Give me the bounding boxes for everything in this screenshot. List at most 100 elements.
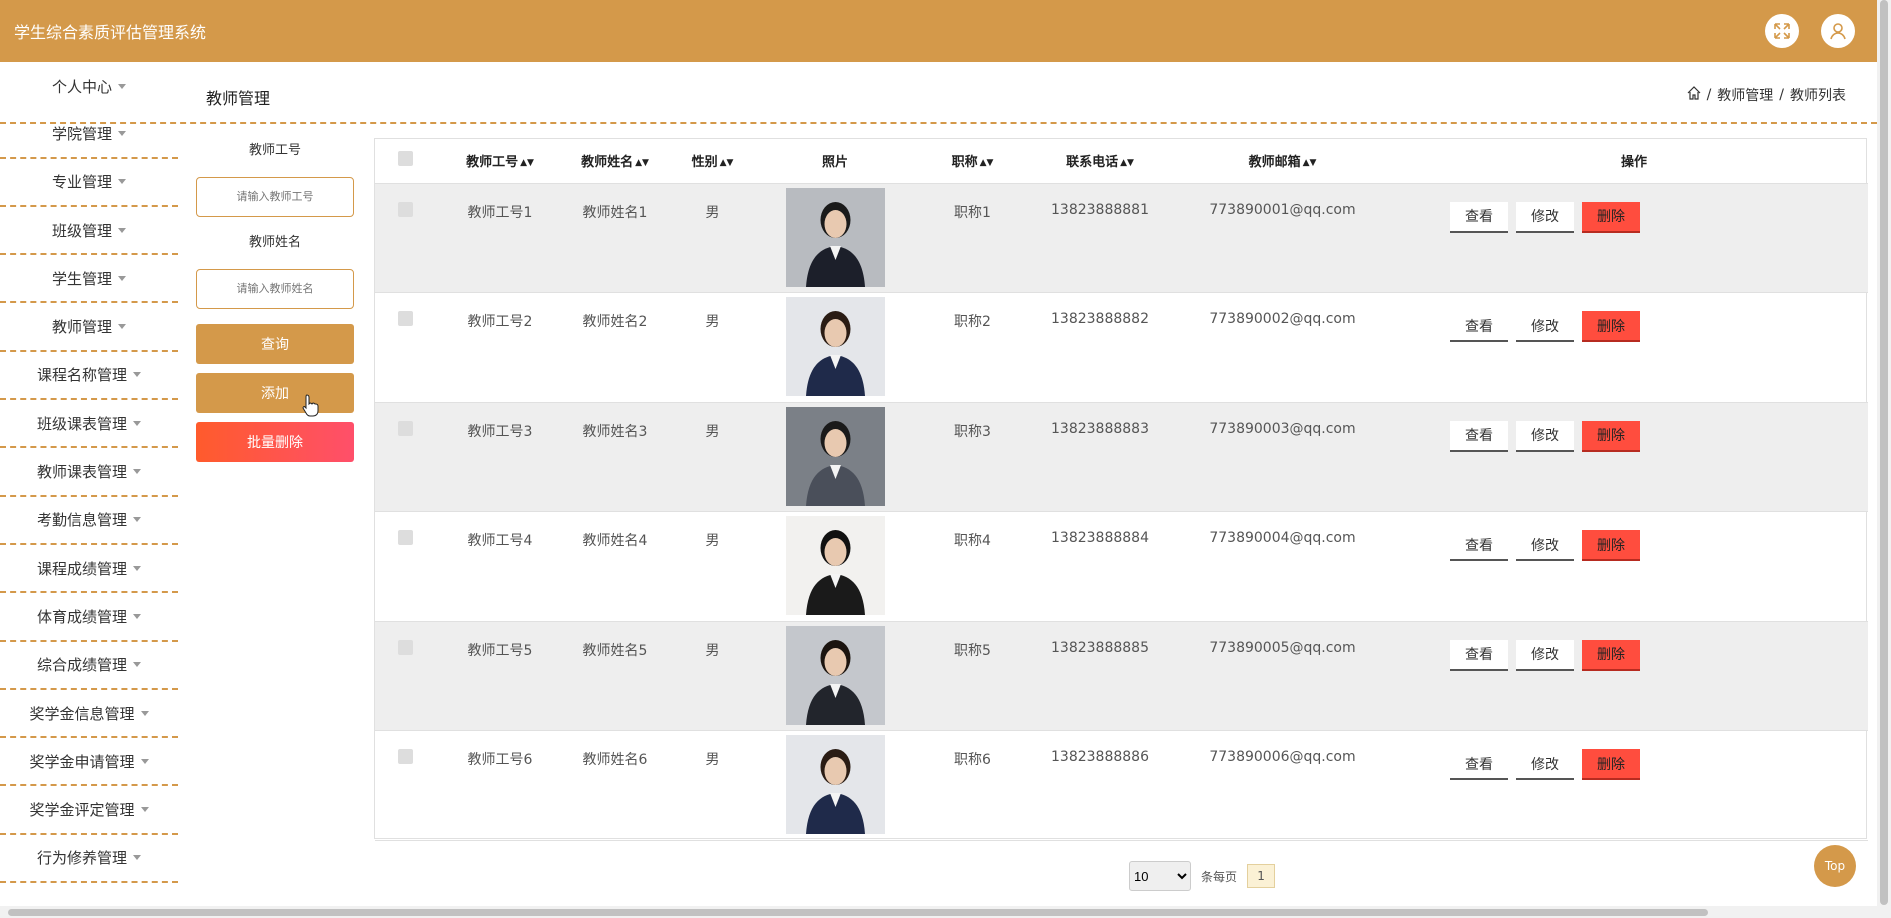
- caret-down-icon: [133, 372, 141, 378]
- user-icon[interactable]: [1821, 14, 1855, 48]
- caret-down-icon: [118, 324, 126, 330]
- page-number[interactable]: 1: [1247, 864, 1276, 888]
- sidebar-item[interactable]: 体育成绩管理: [0, 593, 178, 642]
- cell-email: 773890002@qq.com: [1165, 292, 1400, 403]
- teacher-id-input[interactable]: [196, 177, 354, 217]
- delete-button[interactable]: 删除: [1582, 420, 1640, 452]
- delete-button[interactable]: 删除: [1582, 749, 1640, 780]
- cell-gender: 男: [665, 730, 760, 841]
- batch-delete-button[interactable]: 批量删除: [196, 422, 354, 462]
- add-button[interactable]: 添加: [196, 373, 354, 413]
- cell-teacher-name: 教师姓名3: [565, 402, 665, 512]
- col-photo: 照片: [760, 139, 910, 184]
- expand-icon[interactable]: [1765, 14, 1799, 48]
- view-button[interactable]: 查看: [1450, 420, 1508, 452]
- caret-down-icon: [118, 275, 126, 281]
- sidebar-item-label: 行为修养管理: [36, 849, 127, 868]
- query-button[interactable]: 查询: [196, 324, 354, 364]
- home-icon[interactable]: [1687, 86, 1701, 104]
- col-title[interactable]: 职称 ▲▼: [910, 139, 1035, 184]
- delete-button[interactable]: 删除: [1582, 311, 1640, 342]
- cell-gender: 男: [665, 621, 760, 731]
- cell-title: 职称3: [910, 402, 1035, 512]
- sidebar-item-label: 教师管理: [51, 318, 112, 337]
- view-button[interactable]: 查看: [1450, 201, 1508, 233]
- sidebar-item[interactable]: 综合成绩管理: [0, 642, 178, 690]
- sidebar-item[interactable]: 奖学金评定管理: [0, 786, 178, 835]
- table-header-row: 教师工号 ▲▼ 教师姓名 ▲▼ 性别 ▲▼ 照片 职称 ▲▼ 联系电话 ▲▼ 教师邮箱 ▲▼…: [375, 139, 1868, 184]
- sidebar-item[interactable]: 学院管理: [0, 110, 178, 159]
- sidebar-item-label: 课程成绩管理: [36, 559, 127, 578]
- teacher-name-input[interactable]: [196, 269, 354, 309]
- row-checkbox[interactable]: [397, 749, 413, 764]
- caret-down-icon: [140, 758, 149, 764]
- edit-button[interactable]: 修改: [1516, 201, 1574, 233]
- sidebar-item[interactable]: 行为修养管理: [0, 835, 178, 884]
- sidebar-item[interactable]: 班级课表管理: [0, 400, 178, 449]
- breadcrumb-item-teacher-manage[interactable]: 教师管理: [1717, 85, 1773, 105]
- row-checkbox[interactable]: [397, 639, 413, 655]
- sidebar-item[interactable]: 班级管理: [0, 207, 178, 256]
- edit-button[interactable]: 修改: [1516, 311, 1574, 342]
- cell-email: 773890003@qq.com: [1165, 402, 1400, 512]
- cell-phone: 13823888884: [1035, 511, 1165, 622]
- sidebar-item[interactable]: 课程名称管理: [0, 352, 178, 401]
- cell-teacher-id: 教师工号5: [435, 621, 565, 731]
- cell-teacher-name: 教师姓名6: [565, 730, 665, 841]
- cell-teacher-id: 教师工号3: [435, 402, 565, 512]
- caret-down-icon: [133, 469, 141, 475]
- sidebar-item[interactable]: 考勤信息管理: [0, 497, 178, 545]
- sidebar-item[interactable]: 教师课表管理: [0, 448, 178, 497]
- table-row: 教师工号2 教师姓名2 男 职称2 13823888882 773890002@qq.co…: [375, 292, 1868, 403]
- row-checkbox[interactable]: [397, 201, 413, 217]
- hand-cursor-icon: [302, 394, 319, 417]
- sidebar-item[interactable]: 学生管理: [0, 255, 178, 304]
- view-button[interactable]: 查看: [1450, 749, 1508, 780]
- col-phone[interactable]: 联系电话 ▲▼: [1035, 139, 1165, 184]
- sidebar-item[interactable]: 课程成绩管理: [0, 545, 178, 594]
- sidebar-item[interactable]: 个人中心: [0, 62, 178, 110]
- sort-icon: ▲▼: [635, 157, 649, 168]
- edit-button[interactable]: 修改: [1516, 639, 1574, 671]
- sidebar-item[interactable]: 专业管理: [0, 159, 178, 207]
- select-all-checkbox[interactable]: [397, 151, 413, 167]
- sidebar-item-label: 专业管理: [51, 173, 112, 192]
- cell-teacher-name: 教师姓名5: [565, 621, 665, 731]
- edit-button[interactable]: 修改: [1516, 530, 1574, 561]
- col-teacher-name[interactable]: 教师姓名 ▲▼: [565, 139, 665, 184]
- row-checkbox[interactable]: [397, 311, 413, 326]
- sidebar-item[interactable]: 奖学金信息管理: [0, 690, 178, 739]
- edit-button[interactable]: 修改: [1516, 749, 1574, 780]
- sidebar-item-label: 奖学金申请管理: [29, 752, 135, 771]
- edit-button[interactable]: 修改: [1516, 420, 1574, 452]
- vertical-scrollbar[interactable]: [1877, 0, 1891, 918]
- col-teacher-id[interactable]: 教师工号 ▲▼: [435, 139, 565, 184]
- cell-gender: 男: [665, 402, 760, 512]
- delete-button[interactable]: 删除: [1582, 530, 1640, 561]
- horizontal-scrollbar[interactable]: [0, 906, 1877, 918]
- col-email[interactable]: 教师邮箱 ▲▼: [1165, 139, 1400, 184]
- caret-down-icon: [133, 662, 141, 668]
- row-checkbox[interactable]: [397, 530, 413, 545]
- cell-gender: 男: [665, 292, 760, 403]
- delete-button[interactable]: 删除: [1582, 201, 1640, 233]
- sort-icon: ▲▼: [520, 157, 534, 168]
- view-button[interactable]: 查看: [1450, 639, 1508, 671]
- back-to-top-button[interactable]: Top: [1814, 845, 1856, 887]
- teacher-photo: [785, 735, 885, 834]
- page-size-select[interactable]: 10: [1129, 861, 1191, 891]
- caret-down-icon: [140, 807, 149, 813]
- view-button[interactable]: 查看: [1450, 311, 1508, 342]
- sidebar-item[interactable]: 教师管理: [0, 303, 178, 352]
- cell-teacher-name: 教师姓名2: [565, 292, 665, 403]
- sidebar-item-label: 体育成绩管理: [36, 607, 127, 626]
- caret-down-icon: [140, 710, 149, 716]
- row-checkbox[interactable]: [397, 420, 413, 436]
- table-row: 教师工号6 教师姓名6 男 职称6 13823888886 773890006@qq.co…: [375, 730, 1868, 841]
- cell-gender: 男: [665, 183, 760, 293]
- sidebar-item[interactable]: 奖学金申请管理: [0, 738, 178, 787]
- delete-button[interactable]: 删除: [1582, 639, 1640, 671]
- col-gender[interactable]: 性别 ▲▼: [665, 139, 760, 184]
- view-button[interactable]: 查看: [1450, 530, 1508, 561]
- cell-gender: 男: [665, 511, 760, 622]
